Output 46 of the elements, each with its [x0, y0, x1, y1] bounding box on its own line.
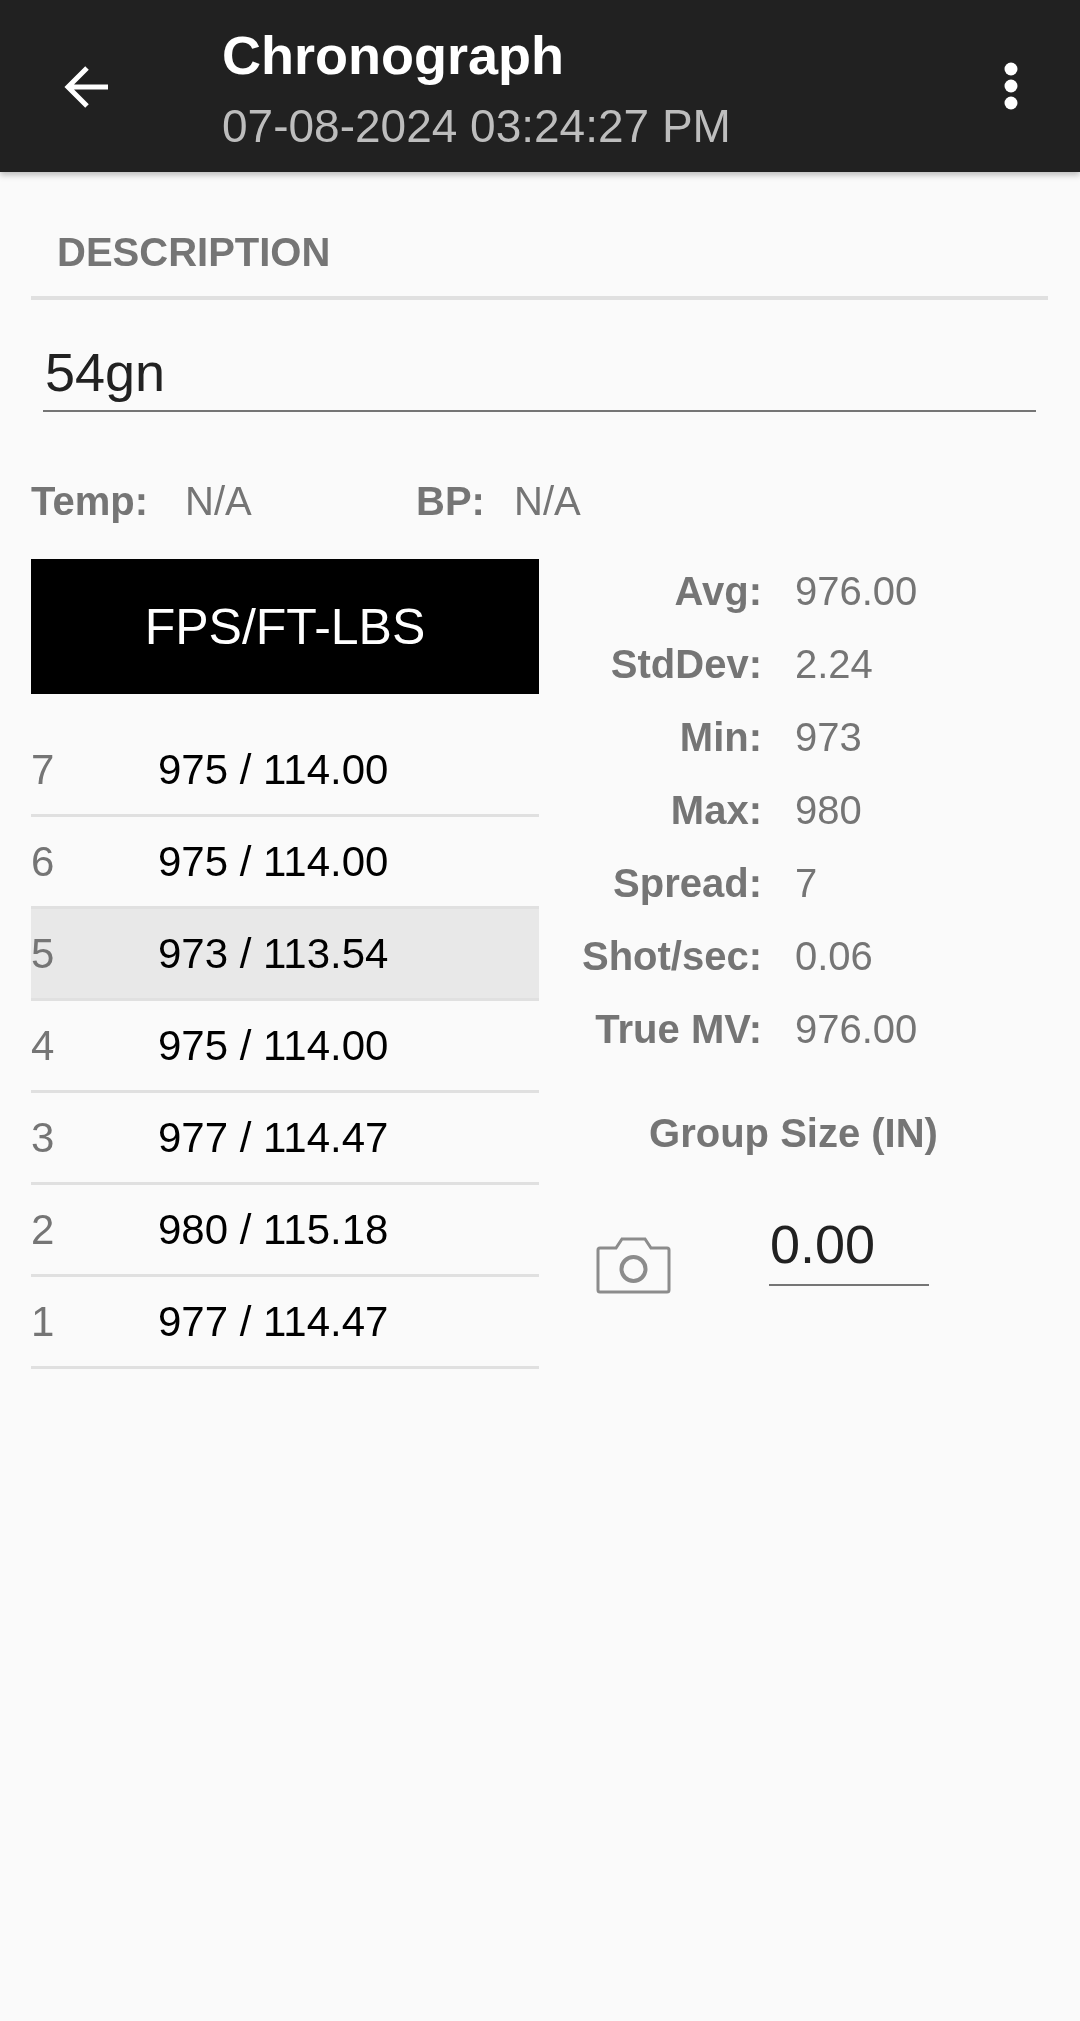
shot-row[interactable]: 4 975 / 114.00 [31, 1001, 539, 1093]
stat-label: Min: [679, 713, 762, 760]
stat-label: Avg: [674, 567, 762, 614]
shot-row[interactable]: 7 975 / 114.00 [31, 725, 539, 817]
stat-label: Max: [670, 786, 762, 833]
shot-reading: 975 / 114.00 [158, 837, 389, 886]
app-bar-subtitle: 07-08-2024 03:24:27 PM [222, 99, 731, 153]
stat-value: 976.00 [795, 1005, 918, 1052]
group-size-label: Group Size (IN) [649, 1110, 938, 1156]
stat-value: 2.24 [795, 640, 873, 687]
description-field[interactable]: 54gn [43, 334, 1036, 412]
shot-number: 4 [31, 1021, 55, 1070]
group-size-field[interactable]: 0.00 [769, 1205, 929, 1286]
stat-label: Shot/sec: [581, 932, 762, 979]
units-toggle-button[interactable]: FPS/FT-LBS [31, 559, 539, 694]
shot-number: 1 [31, 1297, 55, 1346]
shot-row[interactable]: 2 980 / 115.18 [31, 1185, 539, 1277]
shot-number: 2 [31, 1205, 55, 1254]
more-options-icon[interactable] [1004, 62, 1018, 110]
shot-reading: 977 / 114.47 [158, 1113, 389, 1162]
section-header: DESCRIPTION [57, 229, 331, 275]
condition-value: N/A [185, 478, 252, 524]
shot-reading: 973 / 113.54 [158, 929, 389, 978]
stat-value: 0.06 [795, 932, 873, 979]
stat-value: 973 [795, 713, 862, 760]
shot-number: 5 [31, 929, 55, 978]
shot-reading: 980 / 115.18 [158, 1205, 389, 1254]
condition-value: N/A [514, 478, 581, 524]
shot-row[interactable]: 1 977 / 114.47 [31, 1277, 539, 1369]
stat-label: StdDev: [610, 640, 762, 687]
shot-number: 7 [31, 745, 55, 794]
stat-value: 7 [795, 859, 818, 906]
stat-label: True MV: [595, 1005, 762, 1052]
shot-reading: 975 / 114.00 [158, 745, 389, 794]
shot-reading: 975 / 114.00 [158, 1021, 389, 1070]
shot-number: 6 [31, 837, 55, 886]
condition-label: Temp: [31, 478, 149, 524]
app-bar-title: Chronograph [222, 24, 564, 86]
shot-row[interactable]: 5 973 / 113.54 [31, 909, 539, 1001]
stat-value: 980 [795, 786, 862, 833]
shot-number: 3 [31, 1113, 55, 1162]
shot-row[interactable]: 3 977 / 114.47 [31, 1093, 539, 1185]
shot-reading: 977 / 114.47 [158, 1297, 389, 1346]
stat-value: 976.00 [795, 567, 918, 614]
condition-label: BP: [416, 478, 485, 524]
stat-label: Spread: [613, 859, 762, 906]
